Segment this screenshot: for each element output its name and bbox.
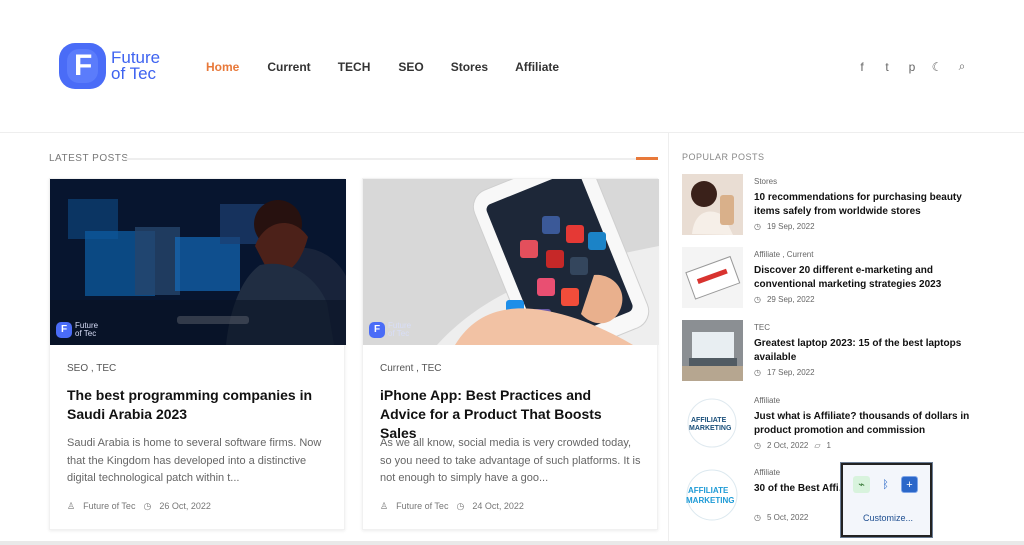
nav-stores[interactable]: Stores [451, 60, 488, 74]
bluetooth-icon[interactable]: ᛒ [877, 476, 894, 493]
post-card[interactable]: F Future of Tec Current , TEC iPhone App:… [362, 178, 659, 530]
popular-post-meta: ◷ 2 Oct, 2022 ▱ 1 [754, 441, 831, 450]
popular-post-thumbnail[interactable]: AFFILIATE MARKETING [682, 393, 743, 454]
popular-post-meta: ◷ 5 Oct, 2022 [754, 513, 809, 522]
clock-icon: ◷ [754, 513, 761, 522]
svg-text:MARKETING: MARKETING [689, 425, 732, 432]
post-card[interactable]: F Future of Tec SEO , TEC The best progra… [49, 178, 346, 530]
tray-icons: ⌁ ᛒ + [853, 476, 918, 493]
add-icon[interactable]: + [901, 476, 918, 493]
system-tray-popup: ⌁ ᛒ + Customize... [840, 462, 933, 538]
post-category[interactable]: SEO , TEC [67, 363, 116, 374]
post-excerpt: As we all know, social media is very cro… [380, 437, 641, 484]
twitter-icon[interactable]: t [881, 60, 893, 74]
popular-post-thumbnail[interactable] [682, 174, 743, 235]
watermark: F Future of Tec [56, 322, 98, 338]
popular-post-title[interactable]: Just what is Affiliate? thousands of dol… [754, 410, 974, 438]
popular-post-title[interactable]: 10 recommendations for purchasing beauty… [754, 191, 974, 219]
popular-post-title[interactable]: Greatest laptop 2023: 15 of the best lap… [754, 337, 974, 365]
popular-post-title[interactable]: Discover 20 different e-marketing and co… [754, 264, 974, 292]
social-links: f t p ☾ ⌕ [856, 59, 968, 74]
section-divider-accent [636, 157, 658, 160]
post-title[interactable]: The best programming companies in Saudi … [67, 386, 327, 424]
post-excerpt: Saudi Arabia is home to several software… [67, 437, 322, 484]
post-date: 26 Oct, 2022 [159, 501, 211, 511]
post-author[interactable]: Future of Tec [396, 501, 448, 512]
search-icon[interactable]: ⌕ [956, 59, 968, 74]
logo-mark-icon: F [59, 43, 106, 89]
author-icon: ♙ [380, 501, 389, 511]
latest-posts-title: LATEST POSTS [49, 153, 129, 164]
svg-text:AFFILIATE: AFFILIATE [691, 417, 727, 424]
popular-post-item[interactable]: Stores 10 recommendations for purchasing… [682, 174, 982, 238]
post-thumbnail[interactable]: F Future of Tec [50, 179, 346, 345]
popular-post-category[interactable]: Affiliate [754, 396, 780, 405]
post-meta: ♙ Future of Tec ◷ 26 Oct, 2022 [67, 501, 211, 512]
nav-tech[interactable]: TECH [338, 60, 371, 74]
theme-toggle-icon[interactable]: ☾ [931, 60, 943, 74]
popular-post-category[interactable]: Affiliate , Current [754, 250, 813, 259]
clock-icon: ◷ [754, 368, 761, 377]
marketing-image [682, 247, 743, 308]
post-category[interactable]: Current , TEC [380, 363, 442, 374]
svg-text:MARKETING: MARKETING [686, 496, 734, 505]
logo-text: Future of Tec [111, 48, 161, 83]
popular-post-item[interactable]: TEC Greatest laptop 2023: 15 of the best… [682, 320, 982, 384]
popular-post-meta: ◷ 19 Sep, 2022 [754, 222, 815, 231]
clock-icon: ◷ [754, 441, 761, 450]
popular-posts-title: POPULAR POSTS [682, 152, 765, 162]
post-thumbnail[interactable]: F Future of Tec [363, 179, 659, 345]
section-divider [125, 158, 658, 160]
site-logo[interactable]: F Future of Tec [59, 43, 160, 89]
popular-post-thumbnail[interactable] [682, 320, 743, 381]
sidebar-divider [668, 133, 669, 545]
nav-home[interactable]: Home [206, 60, 239, 74]
popular-post-item[interactable]: AFFILIATE MARKETING Affiliate 30 of the … [682, 465, 982, 529]
nav-seo[interactable]: SEO [398, 60, 423, 74]
pinterest-icon[interactable]: p [906, 60, 918, 74]
window-bottom-edge [0, 541, 1024, 545]
post-date: 24 Oct, 2022 [472, 501, 524, 511]
popular-post-category[interactable]: TEC [754, 323, 770, 332]
svg-text:AFFILIATE: AFFILIATE [688, 486, 729, 495]
facebook-icon[interactable]: f [856, 60, 868, 74]
popular-post-thumbnail[interactable]: AFFILIATE MARKETING [682, 465, 743, 526]
popular-post-item[interactable]: Affiliate , Current Discover 20 differen… [682, 247, 982, 311]
post-author[interactable]: Future of Tec [83, 501, 135, 512]
post-meta: ♙ Future of Tec ◷ 24 Oct, 2022 [380, 501, 524, 512]
clock-icon: ◷ [754, 295, 761, 304]
popular-post-category[interactable]: Affiliate [754, 468, 780, 477]
clock-icon: ◷ [456, 501, 465, 511]
clock-icon: ◷ [754, 222, 761, 231]
site-header: F Future of Tec Home Current TECH SEO St… [0, 0, 1024, 133]
laptop-image [682, 320, 743, 381]
author-icon: ♙ [67, 501, 76, 511]
beauty-image [682, 174, 743, 235]
popular-post-meta: ◷ 29 Sep, 2022 [754, 295, 815, 304]
network-icon[interactable]: ⌁ [853, 476, 870, 493]
popular-post-item[interactable]: AFFILIATE MARKETING Affiliate Just what … [682, 393, 982, 457]
nav-current[interactable]: Current [267, 60, 310, 74]
watermark: F Future of Tec [369, 322, 411, 338]
popular-post-category[interactable]: Stores [754, 177, 777, 186]
clock-icon: ◷ [143, 501, 152, 511]
comment-icon: ▱ [814, 441, 821, 450]
nav-affiliate[interactable]: Affiliate [515, 60, 559, 74]
popular-post-meta: ◷ 17 Sep, 2022 [754, 368, 815, 377]
main-nav: Home Current TECH SEO Stores Affiliate [206, 60, 559, 74]
customize-link[interactable]: Customize... [863, 513, 913, 523]
affiliate-marketing-diagram: AFFILIATE MARKETING [682, 393, 743, 454]
affiliate-marketing-diagram: AFFILIATE MARKETING [682, 465, 743, 526]
popular-post-thumbnail[interactable] [682, 247, 743, 308]
